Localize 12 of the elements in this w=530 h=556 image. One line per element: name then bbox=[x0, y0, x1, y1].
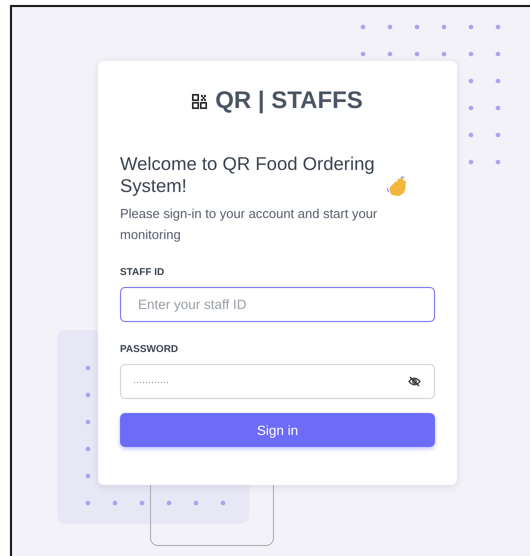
password-field[interactable]: ············ bbox=[120, 364, 435, 399]
qr-code-icon bbox=[192, 94, 208, 108]
staff-id-field[interactable]: Enter your staff ID bbox=[120, 287, 435, 322]
waving-hand-icon bbox=[386, 175, 408, 197]
welcome-heading: Welcome to QR Food Ordering System! bbox=[120, 153, 376, 197]
app-logo-text: QR | STAFFS bbox=[215, 87, 363, 115]
sign-in-button[interactable]: Sign in bbox=[120, 413, 435, 447]
field-label: PASSWORD bbox=[120, 344, 180, 355]
eye-slash-icon[interactable] bbox=[408, 376, 421, 387]
field-label: STAFF ID bbox=[120, 267, 166, 278]
password-mask: ············ bbox=[133, 376, 170, 386]
welcome-subtitle: Please sign-in to your account and start your monitoring bbox=[120, 205, 378, 244]
